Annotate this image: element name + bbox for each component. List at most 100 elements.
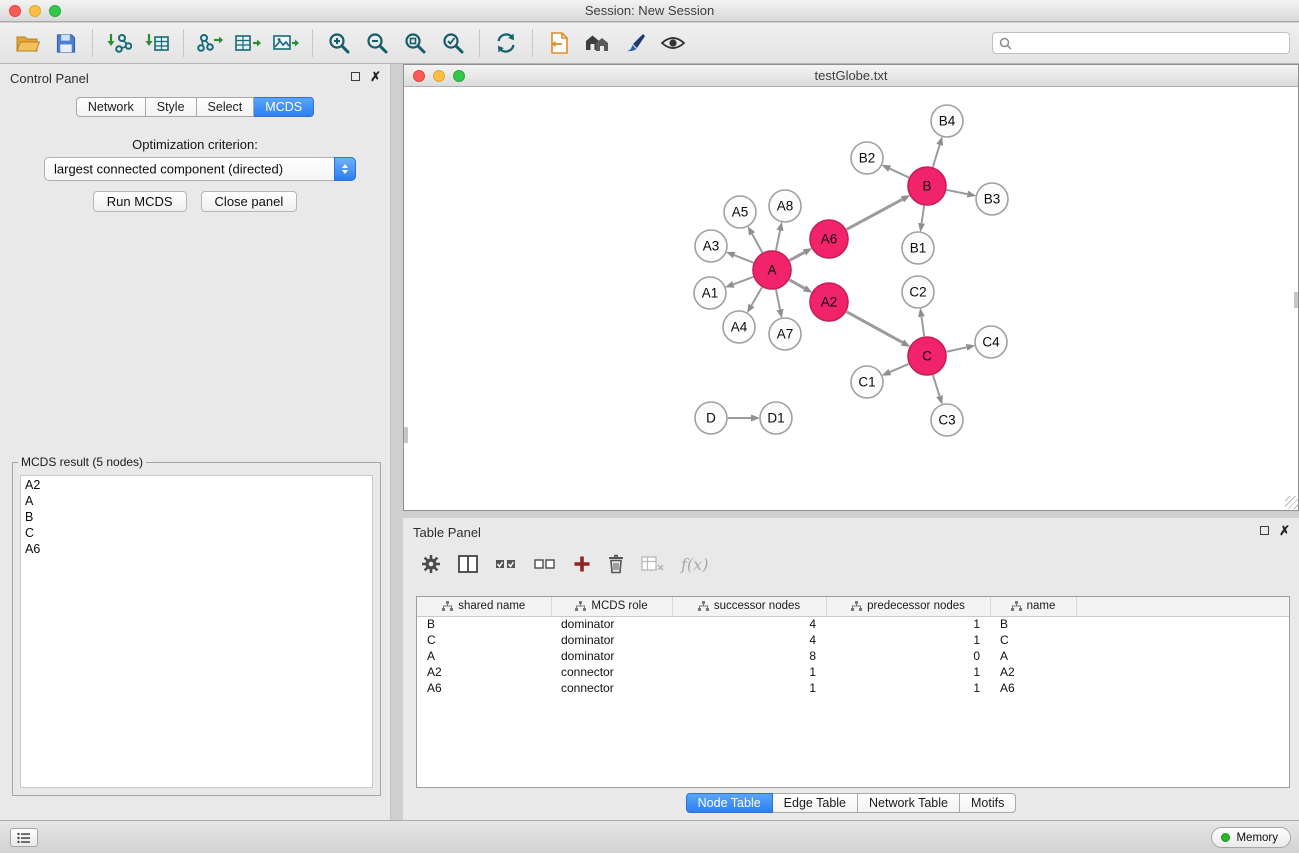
graph-node-A2[interactable]: A2 xyxy=(810,283,848,321)
open-session-button[interactable] xyxy=(9,26,47,60)
table-row[interactable]: Adominator80A xyxy=(417,648,1289,664)
graph-edge-B-B1[interactable] xyxy=(922,206,925,223)
close-panel-button[interactable]: Close panel xyxy=(201,191,298,212)
table-cell[interactable]: 1 xyxy=(672,664,826,680)
graph-node-C4[interactable]: C4 xyxy=(975,326,1007,358)
zoom-selected-button[interactable] xyxy=(434,26,472,60)
column-header-predecessor-nodes[interactable]: predecessor nodes xyxy=(826,597,990,616)
table-cell[interactable]: 1 xyxy=(826,664,990,680)
criterion-select[interactable]: largest connected component (directed) xyxy=(44,157,356,181)
graph-node-A4[interactable]: A4 xyxy=(723,311,755,343)
minimize-network-window-button[interactable] xyxy=(433,70,445,82)
tab-node-table[interactable]: Node Table xyxy=(686,793,773,813)
show-panels-button[interactable] xyxy=(10,828,38,847)
table-cell[interactable]: 4 xyxy=(672,616,826,632)
table-cell[interactable]: 1 xyxy=(826,632,990,648)
delete-table-button[interactable] xyxy=(641,556,664,572)
float-table-panel-icon[interactable] xyxy=(1260,526,1269,535)
export-network-button[interactable] xyxy=(191,26,229,60)
main-titlebar[interactable]: Session: New Session xyxy=(0,0,1299,22)
graph-node-C3[interactable]: C3 xyxy=(931,404,963,436)
zoom-network-window-button[interactable] xyxy=(453,70,465,82)
table-row[interactable]: A2connector11A2 xyxy=(417,664,1289,680)
graph-node-B[interactable]: B xyxy=(908,167,946,205)
table-cell[interactable]: dominator xyxy=(551,616,672,632)
graph-node-A6[interactable]: A6 xyxy=(810,220,848,258)
graph-node-A5[interactable]: A5 xyxy=(724,196,756,228)
table-cell[interactable]: C xyxy=(990,632,1076,648)
graph-node-B1[interactable]: B1 xyxy=(902,232,934,264)
table-cell[interactable]: A xyxy=(417,648,551,664)
graph-node-C[interactable]: C xyxy=(908,337,946,375)
export-table-button[interactable] xyxy=(229,26,267,60)
minimize-window-button[interactable] xyxy=(29,5,41,17)
graph-node-A[interactable]: A xyxy=(753,251,791,289)
table-cell[interactable]: connector xyxy=(551,680,672,696)
memory-button[interactable]: Memory xyxy=(1211,827,1291,848)
tab-style[interactable]: Style xyxy=(146,97,197,117)
table-row[interactable]: Cdominator41C xyxy=(417,632,1289,648)
run-mcds-button[interactable]: Run MCDS xyxy=(93,191,187,212)
column-header-name[interactable]: name xyxy=(990,597,1076,616)
mcds-result-item[interactable]: C xyxy=(25,525,368,541)
graph-edge-B-B2[interactable] xyxy=(890,169,909,178)
graph-node-C1[interactable]: C1 xyxy=(851,366,883,398)
table-cell[interactable]: B xyxy=(417,616,551,632)
deselect-all-columns-button[interactable] xyxy=(534,556,556,572)
graph-edge-B-B4[interactable] xyxy=(933,145,940,167)
zoom-fit-button[interactable] xyxy=(396,26,434,60)
network-window-titlebar[interactable]: testGlobe.txt xyxy=(404,65,1298,87)
tab-mcds[interactable]: MCDS xyxy=(254,97,314,117)
select-all-columns-button[interactable] xyxy=(495,556,517,572)
home-button[interactable] xyxy=(578,26,616,60)
tab-network-table[interactable]: Network Table xyxy=(858,793,960,813)
close-table-panel-icon[interactable]: ✗ xyxy=(1279,525,1290,536)
table-cell[interactable]: 1 xyxy=(826,680,990,696)
close-window-button[interactable] xyxy=(9,5,21,17)
graph-edge-A-A2[interactable] xyxy=(789,280,804,289)
graph-edge-A-A4[interactable] xyxy=(752,287,762,305)
float-panel-icon[interactable] xyxy=(351,72,360,81)
network-canvas[interactable]: B4B2BB3A5A8A6B1A3AC2A1A2A4A7C4CC1C3DD1 xyxy=(404,87,1298,509)
table-cell[interactable]: 0 xyxy=(826,648,990,664)
table-cell[interactable]: C xyxy=(417,632,551,648)
open-file-button[interactable] xyxy=(540,26,578,60)
graph-edge-C-C3[interactable] xyxy=(933,375,940,396)
show-columns-button[interactable] xyxy=(458,555,478,573)
graph-node-D[interactable]: D xyxy=(695,402,727,434)
graph-edge-B-B3[interactable] xyxy=(947,190,968,194)
graph-node-C2[interactable]: C2 xyxy=(902,276,934,308)
tab-motifs[interactable]: Motifs xyxy=(960,793,1016,813)
save-session-button[interactable] xyxy=(47,26,85,60)
table-cell[interactable]: 1 xyxy=(826,616,990,632)
table-cell[interactable]: 1 xyxy=(672,680,826,696)
search-box[interactable] xyxy=(992,32,1290,54)
import-network-button[interactable] xyxy=(100,26,138,60)
tab-edge-table[interactable]: Edge Table xyxy=(773,793,858,813)
table-cell[interactable]: A2 xyxy=(417,664,551,680)
zoom-in-button[interactable] xyxy=(320,26,358,60)
graph-node-A8[interactable]: A8 xyxy=(769,190,801,222)
table-cell[interactable]: dominator xyxy=(551,648,672,664)
zoom-out-button[interactable] xyxy=(358,26,396,60)
table-cell[interactable]: A2 xyxy=(990,664,1076,680)
graph-edge-A-A5[interactable] xyxy=(752,234,762,253)
graph-node-D1[interactable]: D1 xyxy=(760,402,792,434)
table-cell[interactable]: A xyxy=(990,648,1076,664)
close-network-window-button[interactable] xyxy=(413,70,425,82)
table-cell[interactable]: 4 xyxy=(672,632,826,648)
graph-edge-C-C4[interactable] xyxy=(947,347,967,351)
mcds-result-item[interactable]: A6 xyxy=(25,541,368,557)
graph-edge-C-C2[interactable] xyxy=(921,317,924,336)
table-cell[interactable]: A6 xyxy=(990,680,1076,696)
column-header-shared-name[interactable]: shared name xyxy=(417,597,551,616)
graph-edge-A-A6[interactable] xyxy=(790,252,805,260)
mcds-result-list[interactable]: A2ABCA6 xyxy=(20,475,373,788)
graph-node-B4[interactable]: B4 xyxy=(931,105,963,137)
mcds-result-item[interactable]: A2 xyxy=(25,477,368,493)
graph-edge-A-A7[interactable] xyxy=(776,290,780,310)
mcds-result-item[interactable]: A xyxy=(25,493,368,509)
graph-node-B3[interactable]: B3 xyxy=(976,183,1008,215)
create-column-button[interactable] xyxy=(573,555,591,573)
style-button[interactable] xyxy=(616,26,654,60)
